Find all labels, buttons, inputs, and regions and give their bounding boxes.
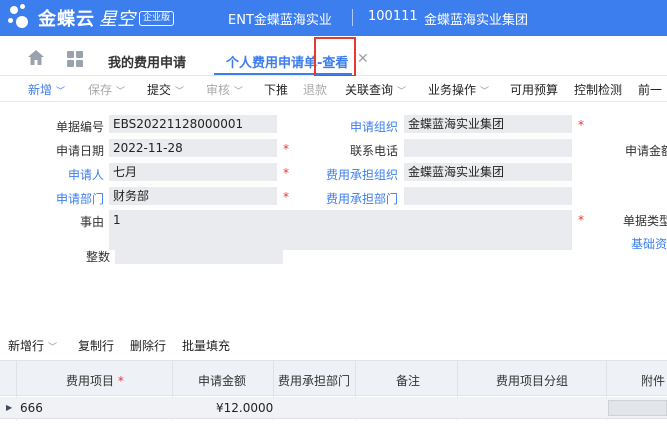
col-header-cost-dept[interactable]: 费用承担部门 bbox=[278, 372, 350, 389]
budget-button[interactable]: 可用预算 bbox=[510, 81, 558, 98]
cell-item[interactable]: 666 bbox=[20, 401, 43, 415]
logo-star: 星空 bbox=[99, 9, 135, 30]
applicant-label[interactable]: 申请人 bbox=[48, 166, 104, 183]
apps-grid-icon[interactable] bbox=[67, 51, 83, 67]
bill-no-label: 单据编号 bbox=[55, 120, 104, 134]
logo-dots-icon bbox=[8, 4, 38, 32]
cost-dept-field[interactable] bbox=[404, 187, 572, 205]
col-header-item[interactable]: 费用项目 * bbox=[66, 372, 124, 389]
grid-toolbar: 新增行 ﹀ 复制行 删除行 批量填充 bbox=[0, 334, 667, 356]
save-button[interactable]: 保存 ﹀ bbox=[88, 81, 125, 98]
apply-date-label: 申请日期 bbox=[55, 144, 104, 158]
col-header-amount[interactable]: 申请金额 bbox=[198, 372, 246, 389]
add-button[interactable]: 新增 ﹀ bbox=[28, 81, 65, 98]
control-check-button[interactable]: 控制检测 bbox=[574, 81, 622, 98]
table-row[interactable]: ▶ 666 ¥12.0000 bbox=[0, 397, 667, 419]
phone-field[interactable] bbox=[404, 139, 572, 157]
phone-label: 联系电话 bbox=[349, 144, 398, 158]
add-row-button[interactable]: 新增行 ﹀ bbox=[8, 337, 57, 354]
amount-label: 申请金额 bbox=[625, 144, 667, 158]
apply-org-label[interactable]: 申请组织 bbox=[300, 118, 398, 135]
row-pointer-icon: ▶ bbox=[6, 403, 13, 412]
applicant-field[interactable]: 七月 bbox=[109, 163, 277, 181]
top-divider bbox=[352, 9, 353, 26]
col-header-group[interactable]: 费用项目分组 bbox=[496, 372, 568, 389]
batch-fill-button[interactable]: 批量填充 bbox=[182, 337, 230, 354]
related-query-button[interactable]: 关联查询 ﹀ bbox=[345, 81, 406, 98]
dept-field[interactable]: 财务部 bbox=[109, 187, 277, 205]
apply-org-field[interactable]: 金蝶蓝海实业集团 bbox=[404, 115, 572, 133]
round-field[interactable] bbox=[115, 248, 283, 264]
chevron-down-icon: ﹀ bbox=[175, 87, 185, 97]
chevron-down-icon: ﹀ bbox=[480, 87, 490, 97]
required-mark: * bbox=[578, 213, 584, 227]
required-mark: * bbox=[283, 190, 289, 204]
audit-button[interactable]: 审核 ﹀ bbox=[206, 81, 243, 98]
app-logo[interactable]: 金蝶云 星空 企业版 bbox=[8, 4, 175, 32]
highlight-box bbox=[314, 37, 356, 77]
cost-org-field[interactable]: 金蝶蓝海实业集团 bbox=[404, 163, 572, 181]
chevron-down-icon: ﹀ bbox=[397, 87, 407, 97]
return-button[interactable]: 退款 bbox=[303, 81, 327, 98]
logo-badge: 企业版 bbox=[139, 10, 175, 26]
grid-header: 费用项目 * 申请金额 费用承担部门 备注 费用项目分组 附件 bbox=[0, 360, 667, 396]
chevron-down-icon: ﹀ bbox=[56, 87, 66, 97]
cost-org-label[interactable]: 费用承担组织 bbox=[300, 166, 398, 183]
required-mark: * bbox=[283, 142, 289, 156]
dept-label[interactable]: 申请部门 bbox=[48, 190, 104, 207]
required-mark: * bbox=[578, 118, 584, 132]
business-ops-button[interactable]: 业务操作 ﹀ bbox=[428, 81, 489, 98]
chevron-down-icon: ﹀ bbox=[48, 343, 58, 353]
top-bar: 金蝶云 星空 企业版 ENT金蝶蓝海实业 100111 金蝶蓝海实业集团 bbox=[0, 0, 667, 36]
home-icon[interactable] bbox=[28, 50, 44, 65]
close-icon[interactable]: ✕ bbox=[357, 51, 369, 67]
cell-attach[interactable] bbox=[608, 400, 667, 416]
toolbar: 新增 ﹀ 保存 ﹀ 提交 ﹀ 审核 ﹀ 下推 退款 关联查询 ﹀ 业务操作 ﹀ 可用预算 控… bbox=[0, 76, 667, 102]
col-header-attach[interactable]: 附件 bbox=[641, 372, 665, 389]
cell-amount[interactable]: ¥12.0000 bbox=[216, 401, 273, 415]
apply-date-field[interactable]: 2022-11-28 bbox=[109, 139, 277, 157]
bill-no-field[interactable]: EBS20221128000001 bbox=[109, 115, 277, 133]
round-label: 整数 bbox=[85, 250, 110, 264]
basic-data-link[interactable]: 基础资 bbox=[631, 235, 667, 252]
top-group[interactable]: 金蝶蓝海实业集团 bbox=[424, 9, 528, 28]
reason-label: 事由 bbox=[79, 215, 104, 229]
reason-field[interactable]: 1 bbox=[109, 210, 572, 250]
col-header-remark[interactable]: 备注 bbox=[396, 372, 420, 389]
top-code[interactable]: 100111 bbox=[368, 9, 418, 24]
logo-text: 金蝶云 bbox=[38, 9, 95, 30]
chevron-down-icon: ﹀ bbox=[234, 87, 244, 97]
cost-dept-label[interactable]: 费用承担部门 bbox=[300, 190, 398, 207]
tab-my-expense[interactable]: 我的费用申请 bbox=[108, 52, 186, 71]
submit-button[interactable]: 提交 ﹀ bbox=[147, 81, 184, 98]
copy-row-button[interactable]: 复制行 bbox=[78, 337, 114, 354]
delete-row-button[interactable]: 删除行 bbox=[130, 337, 166, 354]
bill-type-label: 单据类型 bbox=[623, 214, 667, 228]
top-org[interactable]: ENT金蝶蓝海实业 bbox=[228, 9, 332, 28]
push-button[interactable]: 下推 bbox=[264, 81, 288, 98]
required-mark: * bbox=[283, 166, 289, 180]
prev-button[interactable]: 前一 bbox=[638, 81, 662, 98]
chevron-down-icon: ﹀ bbox=[116, 87, 126, 97]
